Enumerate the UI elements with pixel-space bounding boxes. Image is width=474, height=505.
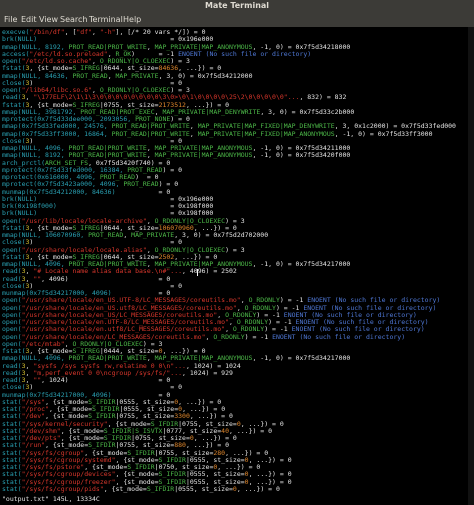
strace-segment: S_IFDIR xyxy=(146,484,175,493)
strace-segment: ENOENT (No such file or directory) xyxy=(178,49,312,58)
menu-terminal[interactable]: Terminal xyxy=(87,14,125,25)
strace-segment: , xyxy=(189,129,198,138)
strace-segment: ENOENT (No such file or directory) xyxy=(272,332,406,341)
strace-segment: , 3, 0) = 0x7f5d2d702000 xyxy=(174,231,269,239)
mouse-cursor-icon: I xyxy=(196,268,199,279)
strace-line: stat("/sys/fs/cgroup/pids", {st_mode=S_I… xyxy=(2,485,280,494)
strace-segment: , 832) = 832 xyxy=(299,93,347,102)
strace-segment: , -1, 0) = 0x7f5d33ff3000 xyxy=(334,129,433,138)
strace-segment: |0555, st_size= xyxy=(174,484,233,493)
strace-segment: , -1, 0) = 0x7f5d34217000 xyxy=(252,260,351,268)
strace-segment: ) = -1 xyxy=(244,332,273,341)
strace-segment: ) = 3 xyxy=(225,245,245,254)
window-titlebar[interactable]: Mate Terminal xyxy=(0,0,474,12)
strace-segment: , -1, 0) = 0x7f5d3420f000 xyxy=(252,151,351,160)
menu-help[interactable]: Help xyxy=(121,14,143,25)
menu-view[interactable]: View xyxy=(37,14,60,25)
window-title: Mate Terminal xyxy=(204,1,270,10)
menu-bar: File Edit View Search Terminal Help xyxy=(0,12,474,27)
terminal-output[interactable]: execve("/bin/df", ["df", "-h"], [/* 20 v… xyxy=(0,27,474,505)
strace-segment: , 3, 0) = 0x7f5d33c2b000 xyxy=(260,107,355,116)
strace-segment: , {st_mode= xyxy=(103,484,147,493)
strace-segment: , 1024) = 929 xyxy=(182,368,233,377)
vim-status-line: "output.txt" 145L, 13334C xyxy=(2,495,100,503)
strace-segment: , -1, 0) = 0x7f5d34217000 xyxy=(252,354,351,363)
strace-segment: , 4096) = 2502 xyxy=(182,267,237,276)
strace-segment: O_RDONLY xyxy=(213,332,245,341)
menu-edit[interactable]: Edit xyxy=(19,14,39,25)
menu-file[interactable]: File xyxy=(2,14,19,25)
strace-segment: , ...}) = 0 xyxy=(236,484,280,493)
strace-segment: "/sys/fs/cgroup/pids" xyxy=(21,484,104,493)
menu-search[interactable]: Search xyxy=(58,14,89,25)
terminal-scrollbar[interactable] xyxy=(468,27,474,505)
strace-segment: ) = 0 xyxy=(162,165,183,174)
strace-segment: MAP_PRIVATE|MAP_FIXED|MAP_ANONYMOUS xyxy=(197,129,335,138)
strace-segment: stat( xyxy=(2,484,22,493)
